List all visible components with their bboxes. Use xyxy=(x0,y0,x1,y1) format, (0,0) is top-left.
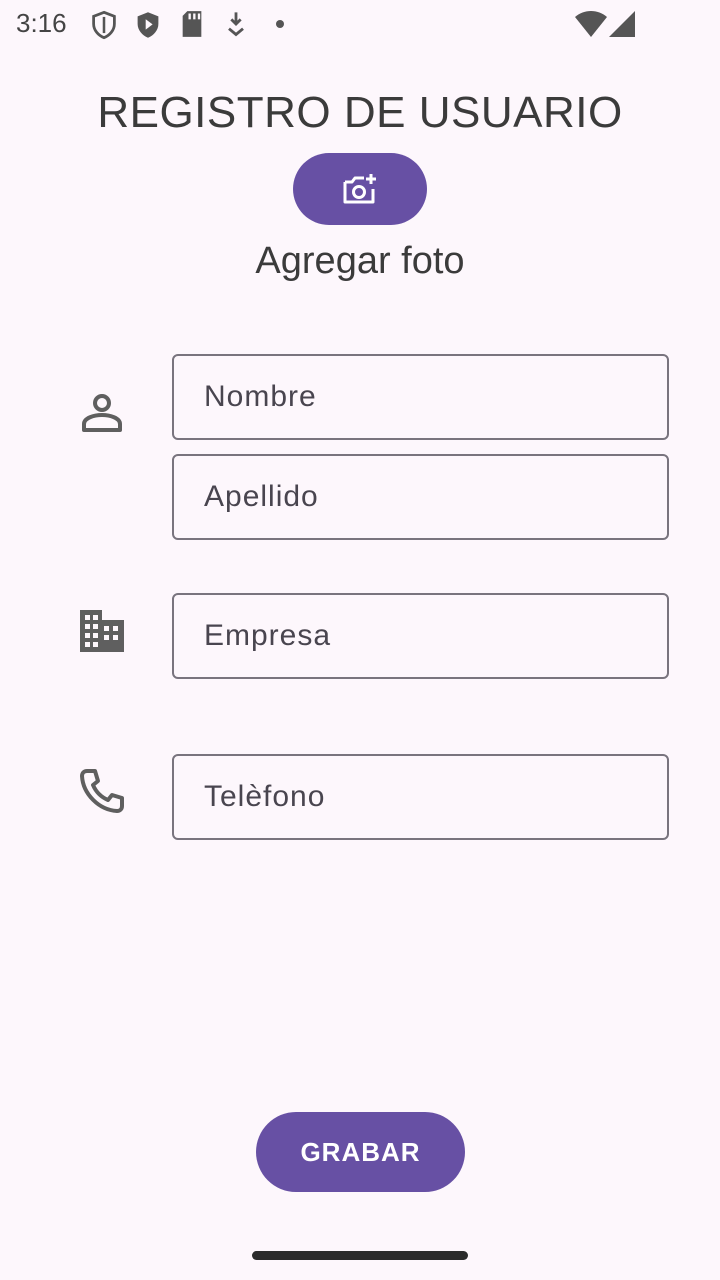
shield-icon xyxy=(92,10,116,40)
play-protect-icon xyxy=(137,12,159,38)
apellido-input[interactable] xyxy=(174,456,667,538)
nombre-field[interactable] xyxy=(172,354,669,440)
telefono-field[interactable] xyxy=(172,754,669,840)
add-photo-button[interactable] xyxy=(293,153,427,225)
dot-icon xyxy=(276,20,284,28)
status-time: 3:16 xyxy=(16,8,67,38)
signal-icon xyxy=(609,11,635,37)
sd-card-icon xyxy=(182,11,202,37)
phone-icon xyxy=(80,769,124,813)
person-icon xyxy=(82,394,122,432)
add-photo-icon xyxy=(343,174,376,204)
page-title: REGISTRO DE USUARIO xyxy=(97,88,623,137)
download-icon xyxy=(228,12,244,37)
wifi-icon xyxy=(575,11,607,37)
telefono-input[interactable] xyxy=(174,756,667,838)
building-icon xyxy=(80,610,124,652)
status-bar: 3:16 xyxy=(0,0,720,50)
empresa-field[interactable] xyxy=(172,593,669,679)
nombre-input[interactable] xyxy=(174,356,667,438)
empresa-input[interactable] xyxy=(174,595,667,677)
home-indicator[interactable] xyxy=(252,1251,468,1260)
save-button[interactable]: GRABAR xyxy=(256,1112,465,1192)
apellido-field[interactable] xyxy=(172,454,669,540)
add-photo-label: Agregar foto xyxy=(255,240,465,282)
